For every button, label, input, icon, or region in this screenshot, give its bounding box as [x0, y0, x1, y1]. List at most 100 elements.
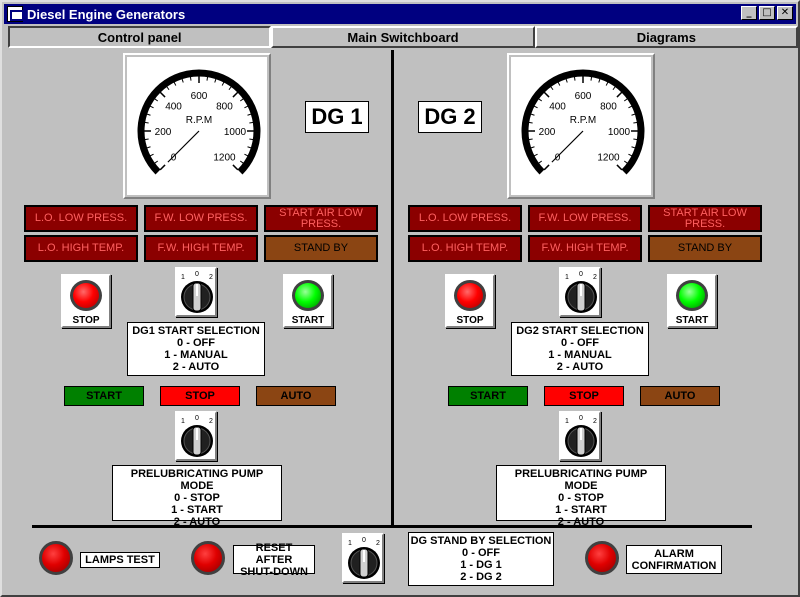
gauge-tick — [616, 164, 623, 171]
minimize-button[interactable]: _ — [741, 6, 757, 20]
gauge-tick-label: 600 — [191, 91, 208, 102]
dg2-alarm-start-air-low-press: START AIR LOW PRESS. — [648, 205, 762, 232]
start-lamp-icon — [292, 280, 324, 311]
dg2-alarm-lo-low-press: L.O. LOW PRESS. — [408, 205, 522, 232]
dg1-start-label: START — [291, 315, 325, 326]
dg1-start-button[interactable]: START — [283, 274, 333, 328]
gauge-tick — [530, 113, 535, 116]
dg2-start-selection-box: DG2 START SELECTION 0 - OFF 1 - MANUAL 2… — [511, 322, 649, 376]
dg2-indicator-start: START — [448, 386, 528, 406]
gauge-tick — [616, 91, 623, 98]
close-button[interactable]: ✕ — [777, 6, 793, 20]
dg2-label: DG 2 — [418, 101, 482, 133]
rotary-knob-icon: 1 0 2 — [181, 415, 213, 457]
alarm-confirmation-button[interactable] — [585, 541, 619, 575]
dg2-pump-mode-title: PRELUBRICATING PUMP MODE — [514, 468, 648, 492]
dg1-alarm-stand-by: STAND BY — [264, 235, 378, 262]
gauge-needle — [551, 130, 584, 163]
panel-divider-vertical — [391, 50, 394, 528]
dg2-pump-mode-selector-switch[interactable]: 1 0 2 — [559, 411, 601, 461]
gauge-tick — [239, 98, 244, 102]
gauge-tick — [623, 98, 628, 102]
lamps-test-button[interactable] — [39, 541, 73, 575]
gauge-needle — [167, 130, 200, 163]
gauge-tick — [623, 160, 628, 164]
gauge-tick — [598, 78, 601, 83]
tab-diagrams[interactable]: Diagrams — [534, 26, 798, 48]
gauge-tick-label: 1200 — [213, 152, 236, 163]
tab-main-switchboard[interactable]: Main Switchboard — [271, 26, 535, 48]
dg1-start-selection-opt2: 2 - AUTO — [172, 361, 220, 373]
gauge-tick-label: 800 — [600, 102, 617, 113]
dg2-pump-mode-box: PRELUBRICATING PUMP MODE 0 - STOP 1 - ST… — [496, 465, 666, 528]
standby-selection-opt1: 1 - DG 1 — [460, 559, 502, 571]
dg1-start-selector-switch[interactable]: 1 0 2 — [175, 267, 217, 317]
dg1-start-selection-title: DG1 START SELECTION — [132, 325, 260, 337]
dg2-pump-mode-opt0: 0 - STOP — [558, 492, 604, 504]
gauge-tick-label: 200 — [539, 127, 556, 138]
gauge-unit-label: R.P.M — [570, 115, 597, 126]
dg1-pump-mode-selector-switch[interactable]: 1 0 2 — [175, 411, 217, 461]
maximize-button[interactable]: □ — [759, 6, 775, 20]
knob-highlight — [580, 428, 582, 440]
selector-mark-zero: 0 — [195, 271, 199, 278]
gauge-tick-label: 1000 — [608, 127, 631, 138]
dg2-start-selector-switch[interactable]: 1 0 2 — [559, 267, 601, 317]
selector-mark-two: 2 — [593, 274, 597, 281]
rotary-knob-icon: 1 0 2 — [565, 271, 597, 313]
gauge-tick-label: 600 — [575, 91, 592, 102]
gauge-tick — [528, 138, 533, 141]
selector-mark-one: 1 — [565, 274, 569, 281]
dg1-pump-mode-opt2: 2 - AUTO — [173, 516, 221, 528]
selector-mark-one: 1 — [181, 418, 185, 425]
selector-mark-two: 2 — [209, 274, 213, 281]
dg2-start-selection-opt2: 2 - AUTO — [556, 361, 604, 373]
gauge-tick — [154, 98, 159, 102]
dg1-label: DG 1 — [305, 101, 369, 133]
dg2-start-selection-opt0: 0 - OFF — [561, 337, 599, 349]
gauge-tick — [247, 146, 252, 149]
dg1-indicator-auto: AUTO — [256, 386, 336, 406]
dg1-stop-button[interactable]: STOP — [61, 274, 111, 328]
selector-mark-zero: 0 — [362, 537, 366, 544]
dg2-indicator-auto: AUTO — [640, 386, 720, 406]
tab-bar: Control panel Main Switchboard Diagrams — [8, 26, 798, 48]
standby-selector-switch[interactable]: 1 0 2 — [342, 533, 384, 583]
dg2-alarm-lo-high-temp: L.O. HIGH TEMP. — [408, 235, 522, 262]
gauge-tick — [550, 86, 554, 91]
window-controls: _ □ ✕ — [739, 6, 793, 20]
gauge-tick — [144, 121, 149, 124]
gauge-tick — [144, 138, 149, 141]
gauge-tick — [214, 78, 217, 83]
dg2-start-button[interactable]: START — [667, 274, 717, 328]
alarm-confirmation-label: ALARM CONFIRMATION — [626, 545, 722, 574]
dg1-pump-mode-box: PRELUBRICATING PUMP MODE 0 - STOP 1 - ST… — [112, 465, 282, 528]
dg2-alarm-fw-high-temp: F.W. HIGH TEMP. — [528, 235, 642, 262]
gauge-tick — [154, 160, 159, 164]
reset-after-shutdown-button[interactable] — [191, 541, 225, 575]
gauge-tick — [159, 164, 166, 171]
dg1-indicator-stop: STOP — [160, 386, 240, 406]
dg2-stop-button[interactable]: STOP — [445, 274, 495, 328]
gauge-tick — [628, 105, 633, 109]
gauge-tick — [249, 121, 254, 124]
gauge-tick — [146, 146, 151, 149]
lamps-test-label: LAMPS TEST — [80, 552, 160, 568]
dg1-start-selection-opt0: 0 - OFF — [177, 337, 215, 349]
selector-mark-one: 1 — [565, 418, 569, 425]
tab-control-panel[interactable]: Control panel — [8, 26, 272, 48]
standby-selection-title: DG STAND BY SELECTION — [410, 535, 552, 547]
gauge-tick — [538, 160, 543, 164]
dg1-alarm-lo-low-press: L.O. LOW PRESS. — [24, 205, 138, 232]
gauge-tick — [557, 81, 561, 86]
standby-selection-box: DG STAND BY SELECTION 0 - OFF 1 - DG 1 2… — [408, 532, 554, 586]
selector-mark-one: 1 — [348, 540, 352, 547]
gauge-tick — [173, 81, 177, 86]
dg1-indicator-start: START — [64, 386, 144, 406]
rpm-gauge-face: 020040060080010001200R.P.M — [137, 69, 261, 175]
gauge-tick — [533, 153, 538, 157]
gauge-tick — [228, 86, 232, 91]
title-bar[interactable]: Diesel Engine Generators _ □ ✕ — [4, 4, 796, 24]
standby-selection-opt2: 2 - DG 2 — [460, 571, 502, 583]
gauge-tick-label: 1200 — [597, 152, 620, 163]
